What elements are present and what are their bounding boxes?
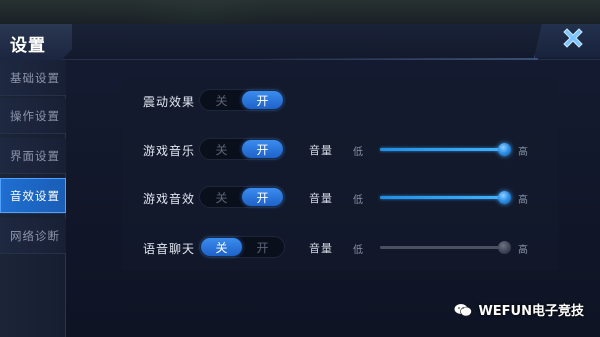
vibration-label: 震动效果 xyxy=(143,95,196,109)
sidebar: 基础设置 操作设置 界面设置 音效设置 网络诊断 xyxy=(0,60,66,337)
sidebar-item-controls[interactable]: 操作设置 xyxy=(0,98,66,134)
music-label: 游戏音乐 xyxy=(143,144,196,158)
toggle-on-option[interactable]: 开 xyxy=(242,140,283,158)
sfx-volume-slider[interactable] xyxy=(380,196,505,199)
slider-fill xyxy=(380,246,505,249)
sfx-high-label: 高 xyxy=(518,195,528,206)
sfx-low-label: 低 xyxy=(353,195,363,206)
toggle-on-option[interactable]: 开 xyxy=(242,91,283,109)
sidebar-item-label: 基础设置 xyxy=(10,70,60,85)
music-low-label: 低 xyxy=(353,147,363,158)
voice-volume-slider[interactable] xyxy=(380,246,505,249)
music-volume-label: 音量 xyxy=(309,144,333,157)
music-high-label: 高 xyxy=(518,147,528,158)
voice-chat-label: 语音聊天 xyxy=(143,242,196,256)
sfx-toggle[interactable]: 关 开 xyxy=(199,186,285,208)
sidebar-item-interface[interactable]: 界面设置 xyxy=(0,138,66,174)
voice-volume-label: 音量 xyxy=(309,242,333,255)
music-toggle[interactable]: 关 开 xyxy=(199,138,285,160)
sidebar-item-label: 界面设置 xyxy=(10,148,60,163)
sidebar-item-label: 操作设置 xyxy=(10,108,60,123)
sfx-label: 游戏音效 xyxy=(143,192,196,206)
sidebar-item-label: 音效设置 xyxy=(10,188,60,203)
sfx-volume-knob[interactable] xyxy=(498,191,511,204)
sidebar-item-network[interactable]: 网络诊断 xyxy=(0,218,66,254)
close-icon[interactable] xyxy=(560,25,586,51)
sfx-volume-label: 音量 xyxy=(309,192,333,205)
watermark-text: WEFUN电子竞技 xyxy=(478,304,584,319)
voice-high-label: 高 xyxy=(518,245,528,256)
game-status-bar xyxy=(0,0,600,24)
toggle-off-option[interactable]: 关 xyxy=(201,91,242,109)
music-volume-knob[interactable] xyxy=(498,143,511,156)
toggle-off-option[interactable]: 关 xyxy=(201,140,242,158)
toggle-on-option[interactable]: 开 xyxy=(242,188,283,206)
wechat-icon xyxy=(454,303,473,316)
music-volume-slider[interactable] xyxy=(380,148,505,151)
page-title: 设置 xyxy=(10,36,46,56)
toggle-off-option[interactable]: 关 xyxy=(201,238,242,256)
voice-volume-knob[interactable] xyxy=(498,241,511,254)
sidebar-item-label: 网络诊断 xyxy=(10,228,60,243)
watermark: WEFUN电子竞技 xyxy=(454,300,584,319)
toggle-off-option[interactable]: 关 xyxy=(201,188,242,206)
slider-fill xyxy=(380,196,505,199)
slider-fill xyxy=(380,148,505,151)
toggle-on-option[interactable]: 开 xyxy=(242,238,283,256)
sidebar-item-basic[interactable]: 基础设置 xyxy=(0,60,66,96)
sidebar-item-sound[interactable]: 音效设置 xyxy=(0,178,66,214)
voice-low-label: 低 xyxy=(353,245,363,256)
voice-chat-toggle[interactable]: 关 开 xyxy=(199,236,285,258)
title-bar xyxy=(0,24,600,60)
vibration-toggle[interactable]: 关 开 xyxy=(199,89,285,111)
